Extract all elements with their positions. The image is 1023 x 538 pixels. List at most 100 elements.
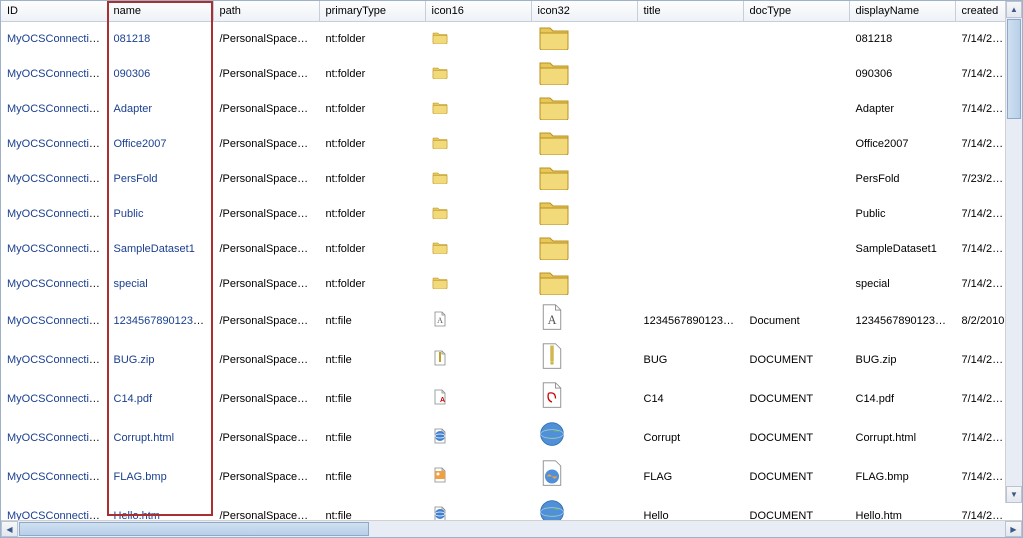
hscroll-track[interactable] [18,521,1005,537]
name-link[interactable]: special [114,278,148,290]
cell-name: special [107,266,213,301]
cell-name: 081218 [107,21,213,56]
scroll-down-button[interactable]: ▼ [1006,486,1022,503]
id-link[interactable]: MyOCSConnection... [7,393,107,405]
name-link[interactable]: 123456789012345... [114,315,214,327]
table-row[interactable]: MyOCSConnection... SampleDataset1 /Perso… [1,231,1015,266]
scroll-left-button[interactable]: ◀ [1,521,18,537]
cell-primarytype: nt:folder [319,266,425,301]
cell-primarytype: nt:folder [319,21,425,56]
name-link[interactable]: FLAG.bmp [114,471,167,483]
id-link[interactable]: MyOCSConnection... [7,138,107,150]
folder-icon [538,59,570,85]
name-link[interactable]: PersFold [114,173,158,185]
cell-name: SampleDataset1 [107,231,213,266]
cell-doctype: DOCUMENT [743,418,849,457]
hscroll-thumb[interactable] [19,522,369,536]
pdf-file-icon [538,381,570,413]
cell-id: MyOCSConnection... [1,379,107,418]
cell-name: 090306 [107,56,213,91]
folder-icon [538,269,570,295]
id-link[interactable]: MyOCSConnection... [7,471,107,483]
cell-title [637,231,743,266]
cell-path: /PersonalSpaces/c... [213,126,319,161]
vertical-scrollbar[interactable]: ▲ ▼ [1005,1,1022,503]
name-link[interactable]: 090306 [114,68,151,80]
bmp-file-icon [432,467,448,483]
folder-icon [432,276,448,289]
id-link[interactable]: MyOCSConnection... [7,315,107,327]
svg-text:A: A [440,397,445,404]
name-link[interactable]: BUG.zip [114,354,155,366]
table-row[interactable]: MyOCSConnection... Office2007 /PersonalS… [1,126,1015,161]
col-header-name[interactable]: name [107,1,213,21]
col-header-icon16[interactable]: icon16 [425,1,531,21]
table-row[interactable]: MyOCSConnection... 081218 /PersonalSpace… [1,21,1015,56]
cell-icon16: A [425,301,531,340]
id-link[interactable]: MyOCSConnection... [7,243,107,255]
name-link[interactable]: Public [114,208,144,220]
cell-name: C14.pdf [107,379,213,418]
id-link[interactable]: MyOCSConnection... [7,510,107,521]
globe-icon [538,420,570,452]
table-row[interactable]: MyOCSConnection... 123456789012345... /P… [1,301,1015,340]
table-row[interactable]: MyOCSConnection... Hello.htm /PersonalSp… [1,496,1015,520]
cell-primarytype: nt:folder [319,196,425,231]
table-row[interactable]: MyOCSConnection... Public /PersonalSpace… [1,196,1015,231]
name-link[interactable]: Hello.htm [114,510,160,521]
col-header-id[interactable]: ID [1,1,107,21]
table-row[interactable]: MyOCSConnection... FLAG.bmp /PersonalSpa… [1,457,1015,496]
cell-path: /PersonalSpaces/c... [213,91,319,126]
cell-displayname: C14.pdf [849,379,955,418]
cell-icon32 [531,231,637,266]
cell-primarytype: nt:file [319,418,425,457]
name-link[interactable]: 081218 [114,33,151,45]
table-row[interactable]: MyOCSConnection... C14.pdf /PersonalSpac… [1,379,1015,418]
col-header-primarytype[interactable]: primaryType [319,1,425,21]
vscroll-track[interactable] [1006,18,1022,486]
horizontal-scrollbar[interactable]: ◀ ▶ [1,520,1022,537]
id-link[interactable]: MyOCSConnection... [7,432,107,444]
data-grid[interactable]: ID name path primaryType icon16 icon32 t… [1,1,1022,520]
cell-doctype [743,266,849,301]
id-link[interactable]: MyOCSConnection... [7,354,107,366]
table-row[interactable]: MyOCSConnection... PersFold /PersonalSpa… [1,161,1015,196]
name-link[interactable]: Office2007 [114,138,167,150]
col-header-doctype[interactable]: docType [743,1,849,21]
id-link[interactable]: MyOCSConnection... [7,33,107,45]
table-row[interactable]: MyOCSConnection... Adapter /PersonalSpac… [1,91,1015,126]
cell-icon16 [425,91,531,126]
col-header-displayname[interactable]: displayName [849,1,955,21]
cell-doctype: DOCUMENT [743,340,849,379]
folder-icon [538,234,570,260]
scroll-up-button[interactable]: ▲ [1006,1,1022,18]
col-header-title[interactable]: title [637,1,743,21]
id-link[interactable]: MyOCSConnection... [7,103,107,115]
table-row[interactable]: MyOCSConnection... Corrupt.html /Persona… [1,418,1015,457]
folder-icon [538,129,570,155]
name-link[interactable]: SampleDataset1 [114,243,195,255]
id-link[interactable]: MyOCSConnection... [7,68,107,80]
table-row[interactable]: MyOCSConnection... 090306 /PersonalSpace… [1,56,1015,91]
col-header-path[interactable]: path [213,1,319,21]
folder-icon [432,31,448,44]
zip-file-icon [538,342,570,374]
id-link[interactable]: MyOCSConnection... [7,278,107,290]
table-row[interactable]: MyOCSConnection... BUG.zip /PersonalSpac… [1,340,1015,379]
name-link[interactable]: Corrupt.html [114,432,175,444]
cell-icon16 [425,496,531,520]
id-link[interactable]: MyOCSConnection... [7,208,107,220]
name-link[interactable]: C14.pdf [114,393,153,405]
cell-path: /PersonalSpaces/c... [213,56,319,91]
cell-title: 123456789012345... [637,301,743,340]
cell-id: MyOCSConnection... [1,340,107,379]
vscroll-thumb[interactable] [1007,19,1021,119]
table-row[interactable]: MyOCSConnection... special /PersonalSpac… [1,266,1015,301]
cell-doctype [743,21,849,56]
cell-title: Corrupt [637,418,743,457]
col-header-icon32[interactable]: icon32 [531,1,637,21]
name-link[interactable]: Adapter [114,103,153,115]
id-link[interactable]: MyOCSConnection... [7,173,107,185]
scroll-right-button[interactable]: ▶ [1005,521,1022,537]
cell-title: C14 [637,379,743,418]
